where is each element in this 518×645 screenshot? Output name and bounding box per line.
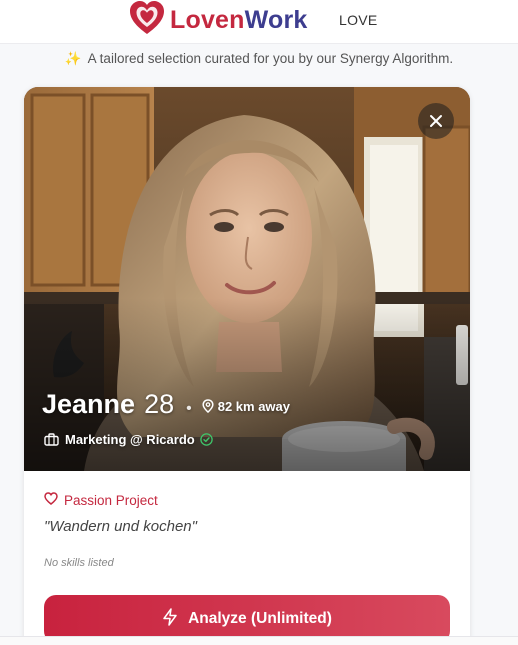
location-pin-icon [202, 399, 218, 413]
heart-logo-icon [128, 0, 166, 43]
skills-empty-text: No skills listed [44, 557, 114, 569]
heart-outline-icon [44, 492, 64, 508]
job-text: Marketing @ Ricardo [65, 432, 195, 447]
logo-text: LovenWork [170, 6, 307, 35]
distance-text: 82 km away [217, 398, 290, 414]
app-header: LovenWork LOVE [0, 0, 518, 44]
logo-text-loven: Loven [170, 5, 245, 34]
analyze-label: Analyze (Unlimited) [188, 610, 332, 627]
briefcase-icon [44, 433, 59, 446]
profile-photo: Jeanne 28 • 82 km away Marketing @ Ricar… [24, 87, 470, 471]
profile-name: Jeanne [42, 389, 136, 419]
passion-project-label: Passion Project [64, 492, 158, 508]
profile-details: Passion Project "Wandern und kochen" No … [44, 492, 450, 569]
bottom-bar [0, 636, 518, 645]
separator-dot: • [186, 400, 192, 417]
close-icon [429, 114, 443, 128]
tagline: ✨ A tailored selection curated for you by… [0, 51, 518, 67]
sparkles-icon: ✨ [64, 51, 82, 66]
tagline-text: A tailored selection curated for you by … [87, 51, 454, 66]
profile-age: 28 [144, 389, 175, 419]
logo-text-work: Work [244, 5, 308, 34]
verified-check-icon [199, 433, 213, 446]
passion-project-heading: Passion Project [44, 492, 450, 508]
nav-love-link[interactable]: LOVE [339, 12, 378, 28]
distance: 82 km away [202, 399, 290, 414]
job-row: Marketing @ Ricardo [44, 432, 213, 447]
name-row: Jeanne 28 • 82 km away [42, 389, 290, 420]
close-button[interactable] [418, 103, 454, 139]
passion-quote: "Wandern und kochen" [44, 518, 197, 535]
logo[interactable]: LovenWork [128, 0, 307, 40]
profile-card: Jeanne 28 • 82 km away Marketing @ Ricar… [24, 87, 470, 645]
lightning-icon [162, 607, 188, 631]
